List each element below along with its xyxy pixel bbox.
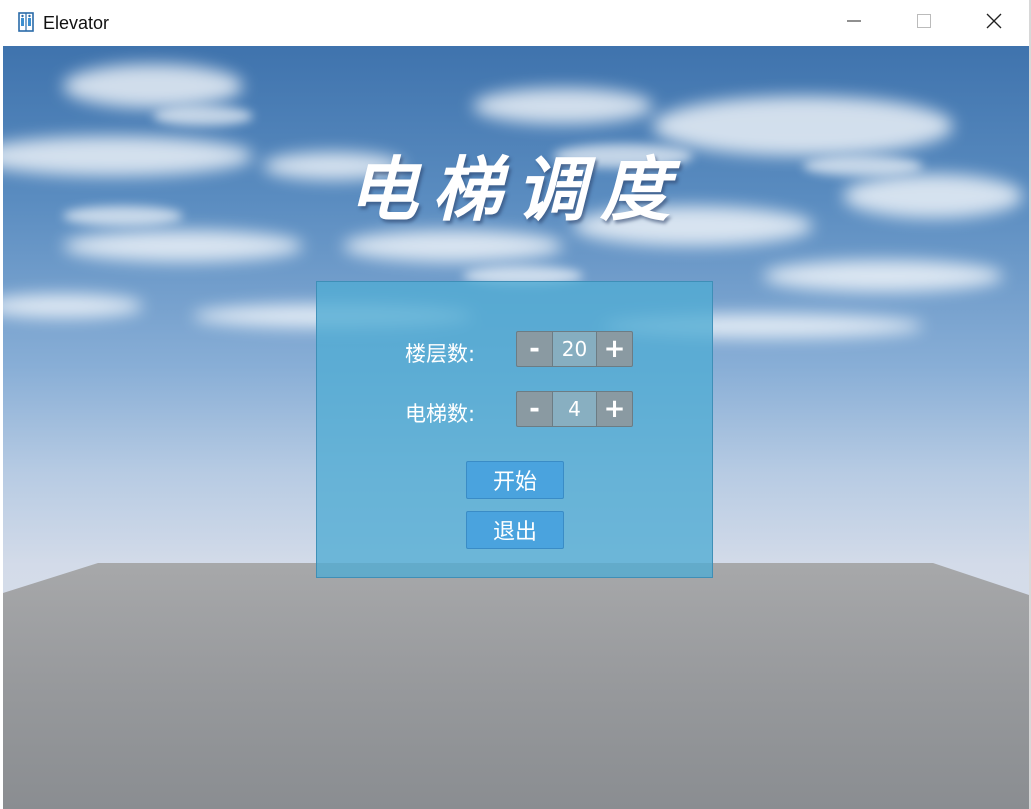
maximize-button[interactable]: [889, 0, 959, 46]
maximize-icon: [916, 13, 932, 33]
elevators-decrement-button[interactable]: -: [516, 391, 553, 427]
elevators-stepper: - 4 +: [516, 391, 634, 429]
scene-viewport: 电梯调度 楼层数: - 20 + 电梯数: - 4 + 开始 退出: [3, 46, 1029, 809]
floors-value[interactable]: 20: [553, 331, 596, 367]
settings-panel: 楼层数: - 20 + 电梯数: - 4 + 开始 退出: [316, 281, 713, 578]
floors-stepper: - 20 +: [516, 331, 634, 369]
minimize-button[interactable]: [819, 0, 889, 46]
scene-heading: 电梯调度: [348, 148, 684, 231]
elevators-value[interactable]: 4: [553, 391, 596, 427]
close-button[interactable]: [959, 0, 1029, 46]
floors-decrement-button[interactable]: -: [516, 331, 553, 367]
elevator-icon: [18, 12, 34, 32]
minimize-icon: [846, 13, 862, 33]
elevators-label: 电梯数:: [405, 402, 476, 426]
app-window: Elevator 电梯调度 楼层数: - 20 + 电梯数: - 4 + 开始 …: [3, 0, 1029, 809]
close-icon: [985, 12, 1003, 34]
title-bar[interactable]: Elevator: [3, 0, 1029, 46]
window-title: Elevator: [43, 13, 110, 33]
floors-label: 楼层数:: [405, 342, 476, 366]
floors-increment-button[interactable]: +: [596, 331, 633, 367]
exit-button[interactable]: 退出: [466, 511, 564, 549]
start-button[interactable]: 开始: [466, 461, 564, 499]
ground-plane: [3, 563, 1029, 809]
elevators-increment-button[interactable]: +: [596, 391, 633, 427]
